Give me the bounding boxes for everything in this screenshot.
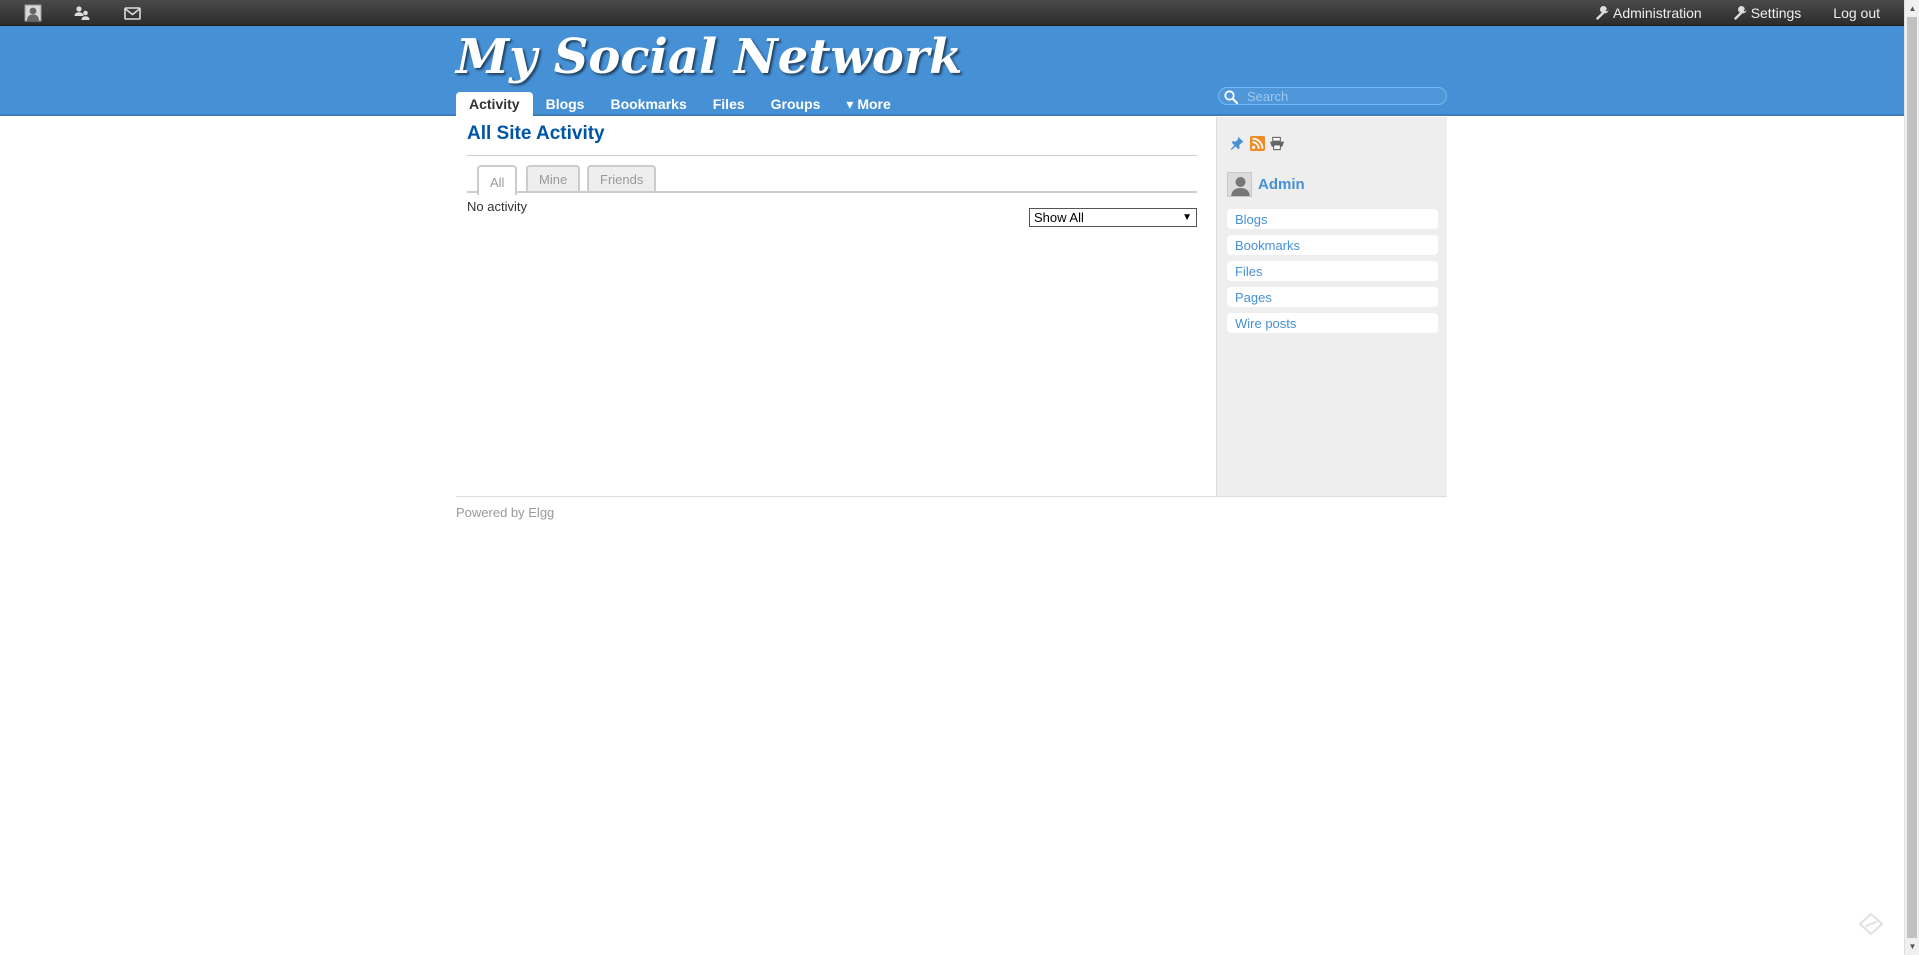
sidebar-item-wire-posts[interactable]: Wire posts [1227, 313, 1438, 333]
logout-label: Log out [1833, 5, 1880, 21]
avatar[interactable] [1227, 172, 1252, 197]
search-box [1218, 87, 1447, 105]
scroll-down-arrow-icon[interactable]: ▼ [1905, 938, 1919, 955]
pushpin-icon[interactable] [1229, 135, 1245, 151]
wrench-icon [1596, 6, 1609, 20]
print-icon[interactable] [1269, 135, 1285, 151]
sidebar-item-bookmarks[interactable]: Bookmarks [1227, 235, 1438, 255]
footer-prefix: Powered by [456, 505, 529, 520]
dropdown-arrow-icon: ▼ [1182, 212, 1192, 223]
tab-mine[interactable]: Mine [526, 165, 581, 191]
nav-more[interactable]: ▾ More [833, 92, 903, 116]
activity-tabs: All Mine Friends [467, 165, 1197, 195]
sidebar-item-pages[interactable]: Pages [1227, 287, 1438, 307]
sidebar-item-blogs[interactable]: Blogs [1227, 209, 1438, 229]
nav-blogs[interactable]: Blogs [533, 92, 598, 116]
sidebar: Admin Blogs Bookmarks Files Pages Wire p… [1216, 117, 1447, 497]
owner-name-link[interactable]: Admin [1258, 176, 1305, 193]
friends-icon[interactable] [72, 4, 92, 22]
tab-all[interactable]: All [477, 165, 518, 195]
extras-menu [1229, 135, 1285, 151]
main-content: All Site Activity All Mine Friends No ac… [456, 117, 1216, 497]
title-divider [467, 155, 1197, 156]
search-icon [1224, 90, 1239, 105]
rss-icon[interactable] [1249, 135, 1265, 151]
topbar-settings-link[interactable]: Settings [1733, 5, 1802, 21]
site-title[interactable]: My Social Network [456, 29, 962, 85]
topbar-administration-link[interactable]: Administration [1596, 5, 1702, 21]
empty-message: No activity [467, 199, 527, 214]
messages-icon[interactable] [122, 4, 142, 22]
nav-activity[interactable]: Activity [456, 92, 533, 116]
scroll-up-arrow-icon[interactable]: ▲ [1905, 0, 1919, 17]
topbar-settings-label: Settings [1750, 5, 1802, 21]
search-input[interactable] [1245, 89, 1440, 104]
sidebar-item-files[interactable]: Files [1227, 261, 1438, 281]
nav-files[interactable]: Files [700, 92, 758, 116]
activity-type-selected: Show All [1034, 210, 1084, 225]
page-title: All Site Activity [467, 123, 605, 144]
nav-groups[interactable]: Groups [758, 92, 834, 116]
page-scrollbar[interactable]: ▲ ▼ [1904, 0, 1919, 955]
topbar: Administration Settings Log out [0, 0, 1904, 26]
logout-link[interactable]: Log out [1833, 5, 1880, 21]
owner-block: Admin [1227, 172, 1305, 197]
owner-content-menu: Blogs Bookmarks Files Pages Wire posts [1227, 209, 1438, 333]
nav-bookmarks[interactable]: Bookmarks [597, 92, 699, 116]
profile-icon[interactable] [23, 4, 43, 22]
footer: Powered by Elgg [456, 505, 554, 520]
wrench-icon [1733, 6, 1747, 20]
scroll-thumb[interactable] [1907, 17, 1917, 938]
tab-friends[interactable]: Friends [587, 165, 657, 191]
elgg-link[interactable]: Elgg [528, 505, 554, 520]
site-header: My Social Network Activity Blogs Bookmar… [0, 26, 1904, 116]
activity-type-select[interactable]: Show All ▼ [1029, 208, 1197, 227]
topbar-administration-label: Administration [1612, 5, 1702, 21]
site-nav: Activity Blogs Bookmarks Files Groups ▾ … [456, 92, 904, 116]
elgg-logo-icon [1858, 913, 1884, 935]
footer-divider [456, 496, 1447, 497]
topbar-user-menu: Administration Settings Log out [1596, 0, 1880, 26]
